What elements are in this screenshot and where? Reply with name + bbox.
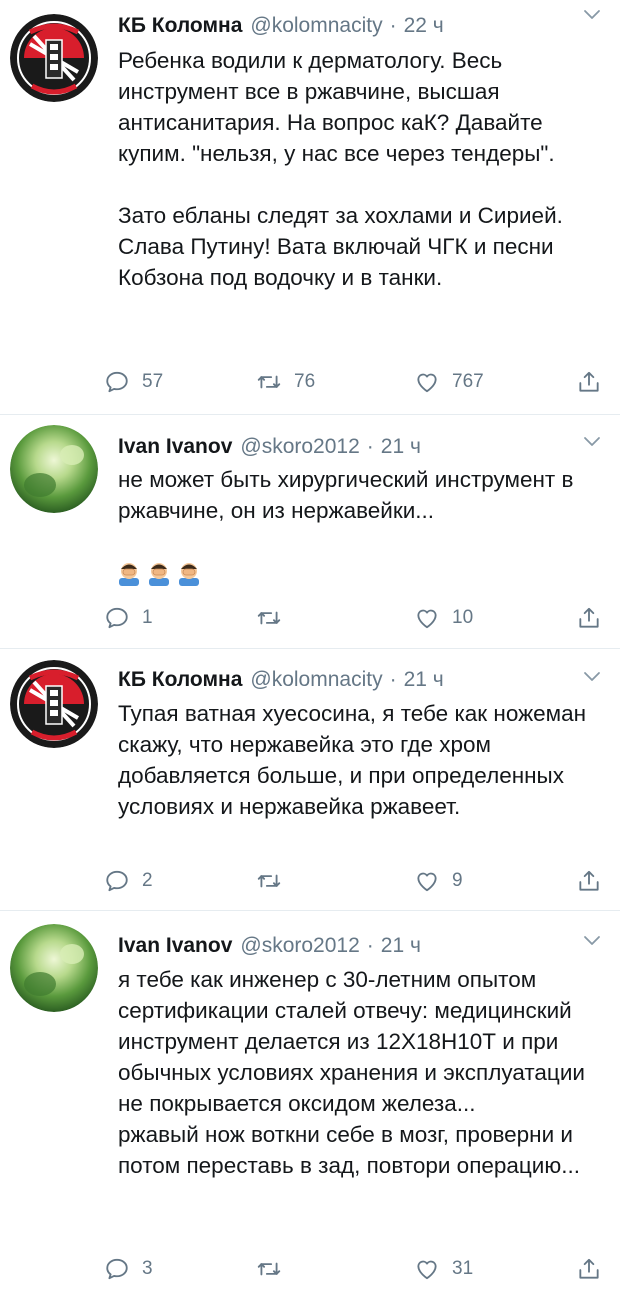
retweet-icon <box>256 605 282 631</box>
chevron-down-icon[interactable] <box>582 934 602 948</box>
reply-count: 57 <box>142 371 164 392</box>
reply-count: 1 <box>142 607 153 628</box>
share-icon <box>576 369 602 395</box>
action-bar: 2 9 <box>104 866 614 896</box>
retweet-button[interactable]: 76 <box>256 367 315 397</box>
like-button[interactable]: 10 <box>414 603 473 633</box>
timestamp[interactable]: 21 ч <box>404 668 444 692</box>
reply-button[interactable]: 3 <box>104 1254 153 1284</box>
facepalm-emoji-icon <box>176 560 202 586</box>
reply-icon <box>104 605 130 631</box>
retweet-button[interactable] <box>256 1254 294 1284</box>
separator: · <box>389 14 397 37</box>
author-name[interactable]: Ivan Ivanov <box>118 934 232 958</box>
retweet-button[interactable] <box>256 866 294 896</box>
share-button[interactable] <box>576 866 614 896</box>
action-bar: 57 76 767 <box>104 367 614 397</box>
chevron-down-icon[interactable] <box>582 670 602 684</box>
green-photo-avatar-icon <box>10 425 98 513</box>
avatar[interactable] <box>10 14 98 102</box>
tweet-text: Тупая ватная хуесосина, я тебе как ножем… <box>118 701 587 819</box>
avatar[interactable] <box>10 660 98 748</box>
share-button[interactable] <box>576 1254 614 1284</box>
divider <box>0 414 620 415</box>
like-count: 31 <box>452 1258 474 1279</box>
club-logo-avatar-icon <box>10 14 98 102</box>
divider <box>0 648 620 649</box>
reply-count: 2 <box>142 870 153 891</box>
action-bar: 1 10 <box>104 603 614 633</box>
share-icon <box>576 1256 602 1282</box>
retweet-icon <box>256 1256 282 1282</box>
like-button[interactable]: 9 <box>414 866 463 896</box>
action-bar: 3 31 <box>104 1254 614 1284</box>
heart-icon <box>414 868 440 894</box>
retweet-icon <box>256 868 282 894</box>
like-count: 10 <box>452 607 474 628</box>
share-icon <box>576 605 602 631</box>
tweet-text: я тебе как инженер с 30-летним опытом се… <box>118 967 585 1178</box>
divider <box>0 910 620 911</box>
retweet-icon <box>256 369 282 395</box>
avatar[interactable] <box>10 924 98 1012</box>
author-name[interactable]: Ivan Ivanov <box>118 435 232 459</box>
heart-icon <box>414 1256 440 1282</box>
share-button[interactable] <box>576 367 614 397</box>
share-button[interactable] <box>576 603 614 633</box>
reply-button[interactable]: 1 <box>104 603 153 633</box>
share-icon <box>576 868 602 894</box>
avatar[interactable] <box>10 425 98 513</box>
chevron-down-icon[interactable] <box>582 435 602 449</box>
facepalm-emoji-icon <box>146 560 172 586</box>
timestamp[interactable]: 22 ч <box>404 14 444 38</box>
facepalm-emoji-icon <box>116 560 142 586</box>
separator: · <box>366 435 374 458</box>
reply-icon <box>104 369 130 395</box>
emoji-row <box>116 560 202 586</box>
like-button[interactable]: 31 <box>414 1254 473 1284</box>
reply-count: 3 <box>142 1258 153 1279</box>
timestamp[interactable]: 21 ч <box>381 435 421 459</box>
chevron-down-icon[interactable] <box>582 8 602 22</box>
tweet-header: КБ Коломна @kolomnacity · 21 ч <box>118 662 444 698</box>
club-logo-avatar-icon <box>10 660 98 748</box>
reply-button[interactable]: 2 <box>104 866 153 896</box>
tweet-text: Ребенка водили к дерматологу. Весь инстр… <box>118 48 563 290</box>
author-handle[interactable]: @skoro2012 <box>240 934 359 958</box>
author-name[interactable]: КБ Коломна <box>118 668 242 692</box>
timestamp[interactable]: 21 ч <box>381 934 421 958</box>
reply-icon <box>104 1256 130 1282</box>
separator: · <box>366 934 374 957</box>
tweet-text: не может быть хирургический инструмент в… <box>118 467 574 523</box>
separator: · <box>389 668 397 691</box>
like-count: 9 <box>452 870 463 891</box>
author-handle[interactable]: @skoro2012 <box>240 435 359 459</box>
like-button[interactable]: 767 <box>414 367 484 397</box>
reply-icon <box>104 868 130 894</box>
retweet-button[interactable] <box>256 603 294 633</box>
heart-icon <box>414 369 440 395</box>
author-handle[interactable]: @kolomnacity <box>250 14 382 38</box>
heart-icon <box>414 605 440 631</box>
tweet-header: КБ Коломна @kolomnacity · 22 ч <box>118 8 444 44</box>
green-photo-avatar-icon <box>10 924 98 1012</box>
reply-button[interactable]: 57 <box>104 367 163 397</box>
tweet-header: Ivan Ivanov @skoro2012 · 21 ч <box>118 429 421 465</box>
author-handle[interactable]: @kolomnacity <box>250 668 382 692</box>
retweet-count: 76 <box>294 371 316 392</box>
tweet-header: Ivan Ivanov @skoro2012 · 21 ч <box>118 928 421 964</box>
like-count: 767 <box>452 371 484 392</box>
author-name[interactable]: КБ Коломна <box>118 14 242 38</box>
